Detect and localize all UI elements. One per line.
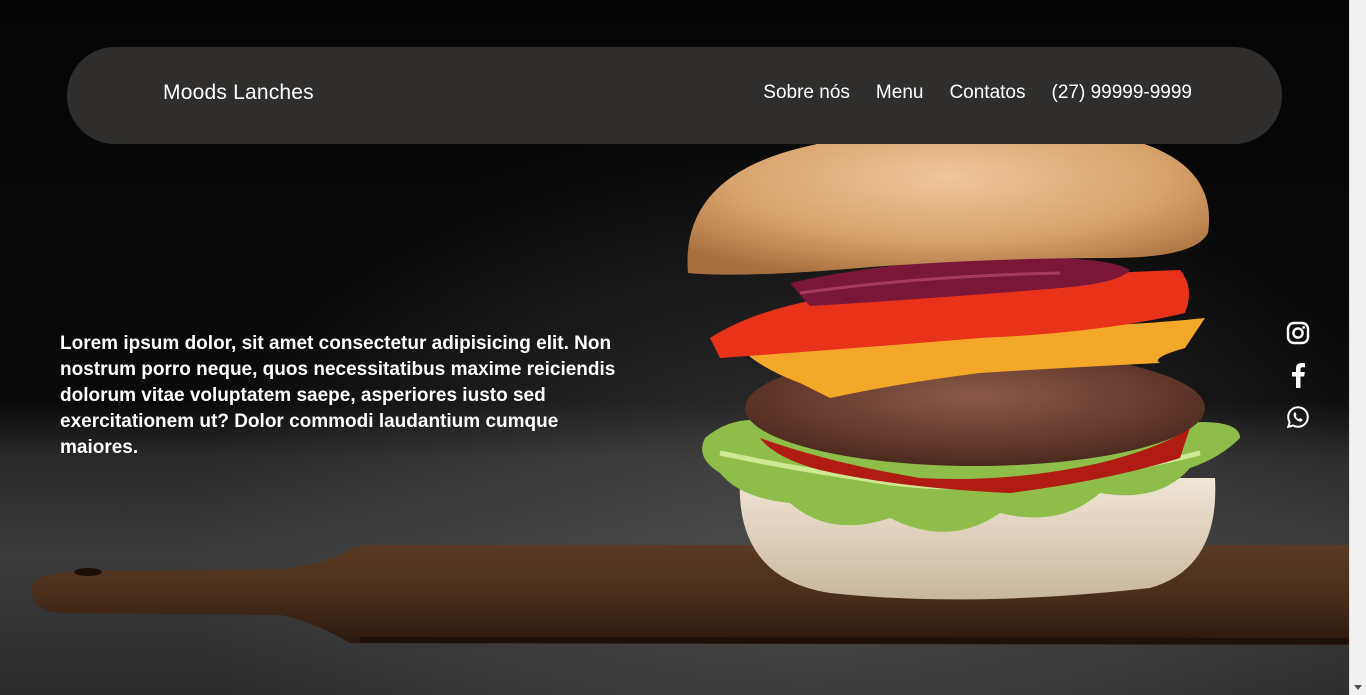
whatsapp-icon[interactable] <box>1284 402 1312 432</box>
main-nav: Sobre nós Menu Contatos (27) 99999-9999 <box>763 82 1192 104</box>
header-bar: Moods Lanches Sobre nós Menu Contatos (2… <box>67 47 1282 144</box>
nav-link-sobre-nos[interactable]: Sobre nós <box>763 82 850 104</box>
facebook-icon[interactable] <box>1284 360 1312 390</box>
nav-link-contatos[interactable]: Contatos <box>949 82 1025 104</box>
burger-image <box>687 125 1240 600</box>
nav-link-phone[interactable]: (27) 99999-9999 <box>1052 82 1193 104</box>
hero-description: Lorem ipsum dolor, sit amet consectetur … <box>60 333 616 458</box>
instagram-icon[interactable] <box>1284 318 1312 348</box>
vertical-scrollbar[interactable] <box>1349 0 1366 695</box>
scroll-down-arrow-icon[interactable] <box>1354 685 1362 690</box>
page: Moods Lanches Sobre nós Menu Contatos (2… <box>0 0 1366 695</box>
scrollbar-thumb[interactable] <box>1352 0 1363 672</box>
social-links <box>1283 318 1313 432</box>
nav-link-menu[interactable]: Menu <box>876 82 924 104</box>
brand-logo-text[interactable]: Moods Lanches <box>163 81 314 105</box>
